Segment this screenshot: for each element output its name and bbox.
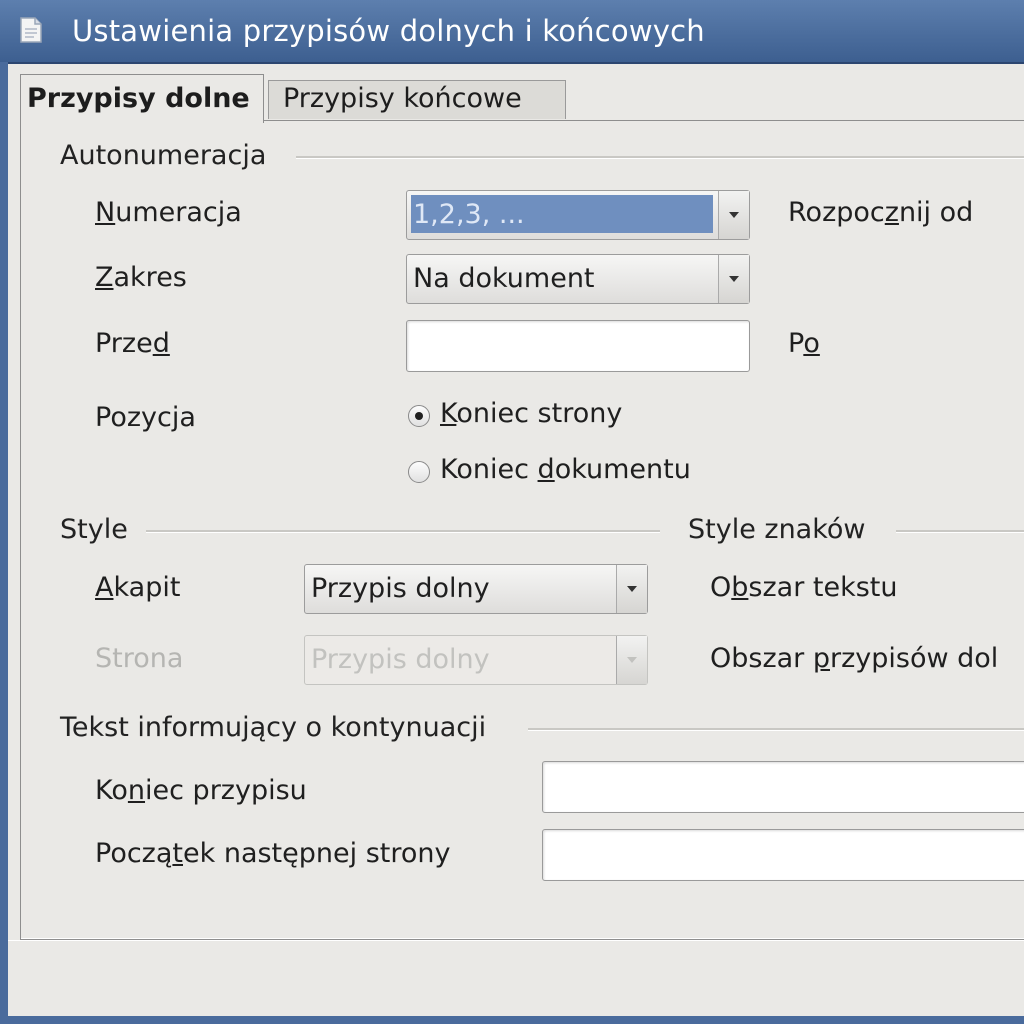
tab-endnotes-label: Przypisy końcowe: [283, 83, 522, 114]
next-page-start-input[interactable]: [542, 829, 1024, 881]
tab-endnotes[interactable]: Przypisy końcowe: [268, 80, 566, 119]
continuation-separator: [528, 728, 1024, 731]
autonumbering-separator: [296, 156, 1024, 159]
char-styles-separator: [896, 530, 1024, 533]
page-style-select-value: Przypis dolny: [311, 644, 490, 675]
end-of-document-label[interactable]: Koniec dokumentu: [440, 454, 691, 485]
paragraph-style-select-value: Przypis dolny: [311, 573, 490, 604]
chevron-down-icon: [616, 636, 647, 684]
radio-end-of-document[interactable]: [408, 461, 430, 483]
scope-label: Zakres: [95, 262, 187, 293]
before-input[interactable]: [406, 320, 750, 372]
continuation-group-title: Tekst informujący o kontynuacji: [60, 712, 487, 743]
char-styles-group-title: Style znaków: [688, 514, 866, 545]
page-style-select: Przypis dolny: [304, 635, 648, 685]
before-label: Przed: [95, 328, 170, 359]
paragraph-style-select[interactable]: Przypis dolny: [304, 564, 648, 614]
end-of-footnote-label: Koniec przypisu: [95, 775, 307, 806]
numbering-select[interactable]: 1,2,3, ...: [406, 190, 750, 240]
end-of-page-label[interactable]: Koniec strony: [440, 398, 622, 429]
numbering-select-value: 1,2,3, ...: [411, 195, 713, 233]
paragraph-style-label: Akapit: [95, 572, 181, 603]
next-page-start-label: Początek następnej strony: [95, 838, 451, 869]
chevron-down-icon[interactable]: [616, 565, 647, 613]
position-label: Pozycja: [95, 402, 196, 433]
end-of-footnote-input[interactable]: [542, 761, 1024, 813]
chevron-down-icon[interactable]: [718, 191, 749, 239]
window-frame-bottom: [0, 1016, 1024, 1024]
title-bar[interactable]: Ustawienia przypisów dolnych i końcowych: [0, 0, 1024, 64]
tab-footnotes[interactable]: Przypisy dolne: [20, 74, 264, 123]
footnote-area-label: Obszar przypisów dol: [710, 643, 999, 674]
start-at-label: Rozpocznij od: [788, 197, 974, 228]
scope-select-value: Na dokument: [413, 263, 595, 294]
text-area-label: Obszar tekstu: [710, 572, 898, 603]
scope-select[interactable]: Na dokument: [406, 254, 750, 304]
window-title: Ustawienia przypisów dolnych i końcowych: [72, 14, 705, 48]
chevron-down-icon[interactable]: [718, 255, 749, 303]
document-icon: [20, 17, 42, 43]
autonumbering-group-title: Autonumeracja: [60, 140, 267, 171]
styles-separator: [146, 530, 660, 533]
radio-end-of-page[interactable]: [408, 405, 430, 427]
page-style-label: Strona: [95, 643, 184, 674]
after-label: Po: [788, 328, 820, 359]
tab-footnotes-label: Przypisy dolne: [27, 83, 250, 114]
footnote-settings-dialog: Ustawienia przypisów dolnych i końcowych…: [0, 0, 1024, 1024]
numbering-label: Numeracja: [95, 197, 242, 228]
button-area-separator: [8, 940, 1024, 941]
styles-group-title: Style: [60, 514, 128, 545]
window-frame-left: [0, 62, 8, 1024]
